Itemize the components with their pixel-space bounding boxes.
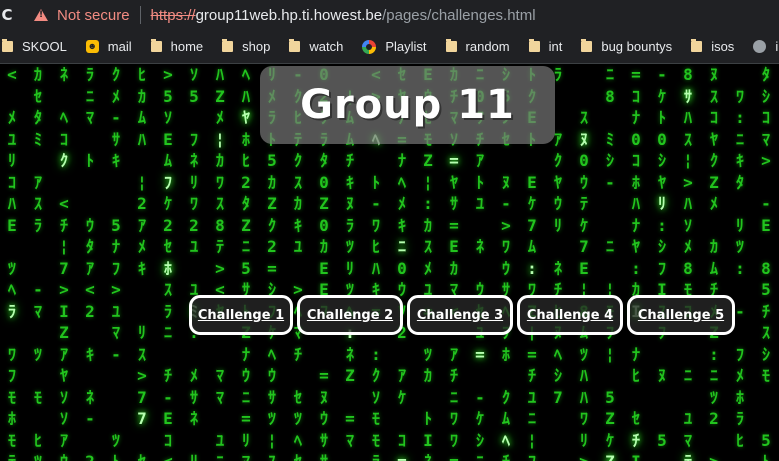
bookmark-label: bug bountys: [601, 39, 673, 54]
bookmark-mail[interactable]: ☻ mail: [85, 39, 132, 54]
folder-icon: [581, 39, 593, 52]
matrix-column: - ｹ ﾄ 0 ｼ ﾔ ﾘ : ｼ ﾌ I ｽ ﾌ ﾇ 5: [657, 65, 667, 450]
bookmark-home[interactable]: home: [150, 39, 204, 54]
matrix-column: ｽ ﾇ 0 ｳ ﾃ ｹ 7 E ¦ 8 ﾑ ﾂ ﾊ ﾊ ﾜ ﾘ >: [579, 108, 589, 461]
bookmark-random[interactable]: random: [445, 39, 510, 54]
matrix-column: ﾊ Z ﾒ ¦ ｶ ﾜ ｽ 8 ﾃ > < ﾔ ﾏ ﾏ ﾕ ﾆ: [215, 65, 225, 461]
matrix-column: ｸ ﾒ - ｻ ｷ 5 ﾅ ﾌ > ﾕ ﾏ - ﾂ ﾄ: [111, 65, 121, 461]
url-path: /pages/challenges.html: [382, 6, 536, 24]
folder-icon: [2, 39, 13, 52]
bookmark-label: isos: [711, 39, 735, 54]
challenge-4-button[interactable]: Challenge 4: [517, 295, 623, 335]
bookmark-intig[interactable]: intig: [753, 39, 779, 54]
bookmark-label: shop: [242, 39, 271, 54]
challenge-2-button[interactable]: Challenge 2: [297, 295, 403, 335]
bookmark-label: home: [170, 39, 204, 54]
matrix-column: ﾆ 8 ﾐ ｼ - ﾆ ¦ ﾓ ﾌ ¦ 5 Z ｹ Z: [605, 65, 615, 461]
bookmark-label: SKOOL: [22, 39, 67, 54]
page-title: Group 11: [300, 82, 515, 128]
matrix-column: ｶ ｾ ﾀ ﾐ ｱ ｽ ﾗ - ﾏ ﾂ ﾓ ﾋ ﾂ: [33, 65, 43, 461]
url-host: group11web.hp.ti.howest.be: [195, 6, 383, 24]
divider: [139, 6, 141, 24]
matrix-column: ﾋ ｶ ﾑ ﾊ ¦ 2 ｱ ﾒ ｷ ﾘ ｽ > 7 7 ｾ: [137, 65, 147, 461]
bookmark-shop[interactable]: shop: [222, 39, 270, 54]
bookmark-label: random: [465, 39, 510, 54]
folder-icon: [528, 39, 540, 52]
matrix-column: = ｺ ﾅ 0 ｺ ﾎ ﾊ ﾅ ﾔ : ｶ I ﾅ ﾋ ｾ ﾁ I: [631, 65, 641, 461]
folder-icon: [445, 39, 457, 52]
matrix-column: ﾈ ﾍ ｺ ｸ < ﾁ ¦ 7 > I Z ｱ ﾔ ｿ ｿ ｱ ｳ: [59, 65, 69, 461]
matrix-column: ﾇ ｽ ｺ ﾔ ｸ Z ﾒ ｶ ﾑ ﾁ ﾒ Z : ﾆ ﾂ 2 >: [709, 65, 719, 461]
matrix-column: ｿ 5 ﾌ ﾈ ﾘ ﾜ 2 ﾕ ﾕ ﾐ : ﾒ ｻ ﾈ ﾘ: [189, 65, 199, 461]
challenge-1-button[interactable]: Challenge 1: [189, 295, 293, 335]
bookmark-playlist[interactable]: Playlist: [362, 39, 427, 54]
bookmark-label: int: [548, 39, 563, 54]
warning-icon[interactable]: [34, 9, 48, 21]
bookmark-skool[interactable]: SKOOL: [2, 39, 67, 54]
bookmark-watch[interactable]: watch: [289, 39, 343, 54]
bookmarks-bar: SKOOL ☻ mail home shop watch Playlist ran…: [0, 30, 779, 64]
bookmark-bug-bountys[interactable]: bug bountys: [581, 39, 672, 54]
security-label[interactable]: Not secure: [57, 7, 130, 24]
smiley-icon: ☻: [85, 40, 99, 53]
address-bar: C Not secure https://group11web.hp.ti.ho…: [0, 0, 779, 30]
folder-icon: [150, 39, 162, 52]
globe-icon: [753, 40, 767, 53]
challenge-list: Challenge 1 Challenge 2 Challenge 3 Chal…: [189, 295, 735, 335]
bookmark-isos[interactable]: isos: [691, 39, 734, 54]
title-box: Group 11: [260, 66, 555, 144]
bookmark-label: Playlist: [385, 39, 427, 54]
bookmark-label: watch: [309, 39, 344, 54]
bookmark-int[interactable]: int: [528, 39, 563, 54]
folder-icon: [222, 39, 234, 52]
matrix-column: < ﾒ ﾕ ﾘ ｺ ﾊ E ﾂ ﾍ ﾗ ﾜ ﾌ ﾓ ﾎ ﾓ ﾃ: [7, 65, 17, 461]
folder-icon: [289, 39, 301, 52]
folder-icon: [691, 39, 703, 52]
bookmark-label: mail: [107, 39, 132, 54]
bookmark-label: intig: [775, 39, 779, 54]
challenge-5-button[interactable]: Challenge 5: [627, 295, 735, 335]
google-icon: [362, 39, 377, 54]
url-field[interactable]: https://group11web.hp.ti.howest.be/pages…: [151, 7, 536, 24]
url-protocol: https://: [150, 6, 196, 24]
challenge-3-button[interactable]: Challenge 3: [407, 295, 513, 335]
matrix-column: ﾜ : ﾆ ｷ ﾀ ﾘ ﾂ : - ﾌ ﾒ ﾎ ﾗ ﾋ: [735, 86, 745, 450]
matrix-column: ﾗ ﾆ ﾏ ﾄ ｳ ﾀ ｱ < 2 ｷ ﾈ - 2: [85, 65, 95, 461]
matrix-column: 8 ｻ ﾊ ｽ ¦ > ﾊ ｿ ﾒ 8 ﾓ ｺ ﾆ ﾕ ﾏ ﾃ: [683, 65, 693, 461]
page-content: < ﾒ ﾕ ﾘ ｺ ﾊ E ﾂ ﾍ ﾗ ﾜ ﾌ ﾓ ﾎ ﾓ ﾃ ｶ ｾ ﾀ ﾐ …: [0, 64, 779, 461]
matrix-column: ﾍ ﾊ ﾔ ﾎ ﾋ 2 ﾀ Z ﾆ 5 ｻ ﾄ Z ﾅ ｳ ﾆ = ﾘ ﾏ: [241, 65, 251, 461]
reload-icon[interactable]: C: [0, 6, 14, 24]
matrix-column: > 5 ｿ E ﾑ ﾌ ｹ 2 ｾ ﾎ ｽ ﾗ ﾆ ﾁ - E ｺ <: [163, 65, 173, 461]
matrix-column: ﾀ ｼ ｺ ﾏ > - E 8 5 ﾁ ｽ ｼ ﾓ 5 ﾄ: [761, 65, 771, 461]
